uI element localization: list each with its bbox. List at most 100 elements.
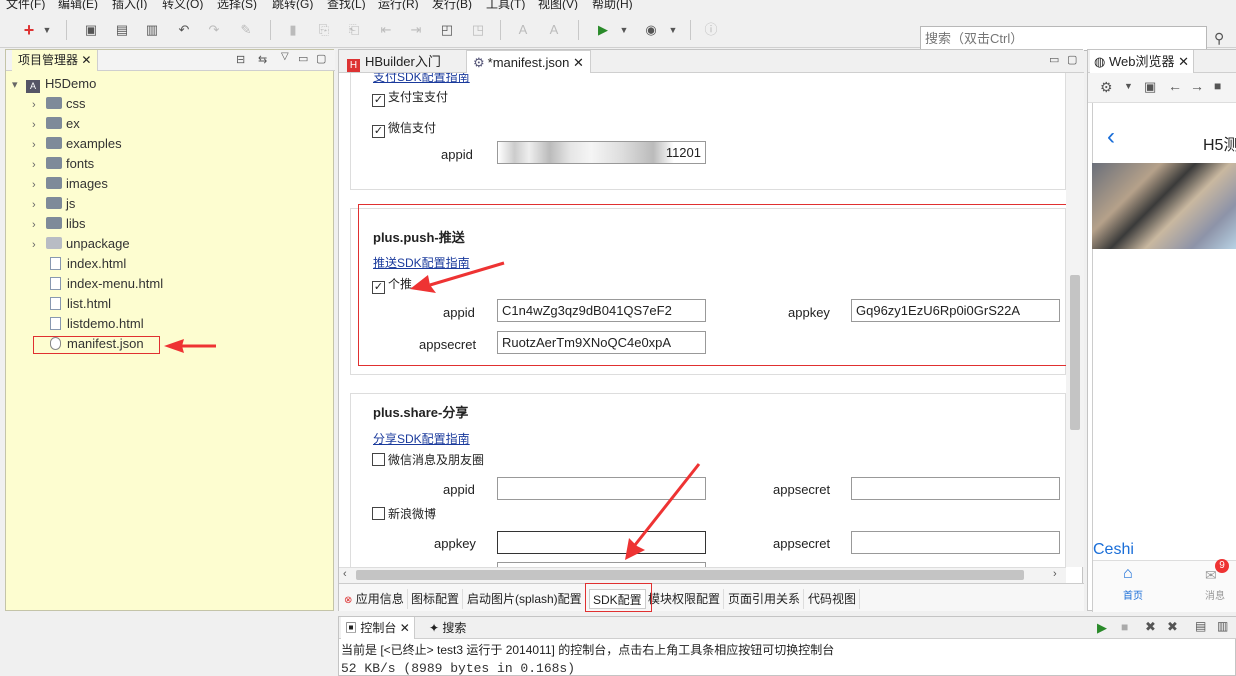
chevron-right-icon[interactable]: › xyxy=(32,216,46,234)
home-icon[interactable]: ⌂ xyxy=(1123,565,1133,583)
tab-hbuilder-intro[interactable]: H HBuilder入门 xyxy=(341,50,447,73)
scroll-right-icon[interactable]: › xyxy=(1053,568,1057,580)
save-icon[interactable]: ▣ xyxy=(82,21,100,39)
save-all-icon[interactable]: ▤ xyxy=(113,21,131,39)
back-chevron-icon[interactable]: ‹ xyxy=(1107,123,1115,151)
tab-splash-config[interactable]: 启动图片(splash)配置 xyxy=(464,589,586,609)
move-right-icon[interactable]: ⇥ xyxy=(407,21,425,39)
tree-folder[interactable]: › libs xyxy=(32,215,86,233)
menu-goto[interactable]: 跳转(G) xyxy=(272,0,313,10)
minimize-icon[interactable]: ▭ xyxy=(298,52,308,65)
tab-search[interactable]: ✦ 搜索 xyxy=(425,617,470,639)
vertical-scroll-thumb[interactable] xyxy=(1070,275,1080,430)
stop-icon[interactable]: ■ xyxy=(1121,620,1128,634)
nav-message-label[interactable]: 消息 xyxy=(1205,587,1225,602)
minimize-icon[interactable]: ▭ xyxy=(1049,53,1059,66)
tree-folder[interactable]: › images xyxy=(32,175,108,193)
tree-folder[interactable]: › js xyxy=(32,195,75,213)
tree-folder[interactable]: › unpackage xyxy=(32,235,130,253)
tab-module-permissions[interactable]: 模块权限配置 xyxy=(645,589,725,609)
tab-app-info[interactable]: ⊗ 应用信息 xyxy=(341,589,408,609)
horizontal-scroll-thumb[interactable] xyxy=(356,570,1024,580)
wechat-share-checkbox[interactable]: 微信消息及朋友圈 xyxy=(372,453,484,467)
chevron-right-icon[interactable]: › xyxy=(32,96,46,114)
browser-icon[interactable]: ◳ xyxy=(469,21,487,39)
close-icon[interactable]: ✕ xyxy=(400,621,410,635)
chevron-right-icon[interactable]: › xyxy=(32,196,46,214)
remove-all-icon[interactable]: ✖ xyxy=(1167,619,1178,635)
tree-file[interactable]: listdemo.html xyxy=(50,315,144,333)
tree-file[interactable]: list.html xyxy=(50,295,111,313)
chevron-right-icon[interactable]: › xyxy=(32,156,46,174)
collapse-icon[interactable]: ⊟ xyxy=(236,53,245,66)
bookmark-icon[interactable]: ▮ xyxy=(284,21,302,39)
tree-folder[interactable]: › ex xyxy=(32,115,80,133)
chevron-right-icon[interactable]: › xyxy=(32,136,46,154)
run-icon[interactable]: ▶ xyxy=(1097,620,1107,636)
menu-select[interactable]: 选择(S) xyxy=(217,0,257,10)
search-icon[interactable]: ⚲ xyxy=(1214,30,1224,47)
weibo-checkbox[interactable]: 新浪微博 xyxy=(372,507,436,521)
move-left-icon[interactable]: ⇤ xyxy=(377,21,395,39)
tree-file[interactable]: index-menu.html xyxy=(50,275,163,293)
tab-page-references[interactable]: 页面引用关系 xyxy=(725,589,805,609)
view-menu-icon[interactable]: ▽ xyxy=(281,51,289,62)
weibo-appsecret-input[interactable] xyxy=(851,531,1060,554)
payment-guide-link[interactable]: 支付SDK配置指南 xyxy=(373,73,470,85)
tab-web-browser[interactable]: ◍ Web浏览器 ✕ xyxy=(1090,50,1194,73)
chevron-down-icon[interactable]: ▾ xyxy=(12,76,26,94)
menu-tools[interactable]: 工具(T) xyxy=(486,0,525,10)
wechat-pay-checkbox[interactable]: ✓ 微信支付 xyxy=(372,121,436,138)
close-icon[interactable]: ✕ xyxy=(81,53,91,67)
nav-home-label[interactable]: 首页 xyxy=(1123,587,1143,602)
console-icon[interactable]: ▣ xyxy=(1144,79,1156,95)
run-icon[interactable]: ▶ xyxy=(594,21,612,39)
menu-find[interactable]: 查找(L) xyxy=(327,0,366,10)
tree-folder[interactable]: › css xyxy=(32,95,86,113)
pin-icon[interactable]: ▥ xyxy=(1217,619,1228,633)
menu-run[interactable]: 运行(R) xyxy=(378,0,419,10)
menu-file[interactable]: 文件(F) xyxy=(6,0,45,10)
tab-icon-config[interactable]: 图标配置 xyxy=(408,589,464,609)
alipay-checkbox[interactable]: ✓ 支付宝支付 xyxy=(372,90,448,107)
chevron-right-icon[interactable]: › xyxy=(32,176,46,194)
search-input[interactable] xyxy=(920,26,1207,51)
stop-icon[interactable]: ■ xyxy=(1214,79,1221,93)
menu-insert[interactable]: 插入(I) xyxy=(112,0,147,10)
format-icon[interactable]: ✎ xyxy=(237,21,255,39)
ceshi-link[interactable]: Ceshi xyxy=(1093,541,1134,559)
tree-folder[interactable]: › examples xyxy=(32,135,122,153)
copy-line-icon[interactable]: ⎘ xyxy=(315,21,333,39)
paste-icon[interactable]: ⎗ xyxy=(345,21,363,39)
close-icon[interactable]: ✕ xyxy=(1178,54,1189,69)
scroll-left-icon[interactable]: ‹ xyxy=(343,568,347,580)
tree-root[interactable]: ▾ A H5Demo xyxy=(12,75,96,93)
menu-help[interactable]: 帮助(H) xyxy=(592,0,633,10)
undo-icon[interactable]: ↶ xyxy=(175,21,193,39)
tab-code-view[interactable]: 代码视图 xyxy=(805,589,861,609)
close-file-icon[interactable]: ▥ xyxy=(143,21,161,39)
tab-console[interactable]: ▣ 控制台 ✕ xyxy=(341,617,415,639)
gear-icon[interactable]: ⚙ xyxy=(1100,79,1113,96)
project-panel-tab[interactable]: 项目管理器 ✕ xyxy=(12,50,99,71)
close-icon[interactable]: ✕ xyxy=(573,55,584,70)
menu-escape[interactable]: 转义(O) xyxy=(162,0,203,10)
menu-view[interactable]: 视图(V) xyxy=(538,0,578,10)
font-smaller-icon[interactable]: A xyxy=(545,21,563,39)
chevron-down-icon[interactable]: ▼ xyxy=(1124,81,1133,91)
share-appsecret-input[interactable] xyxy=(851,477,1060,500)
menu-publish[interactable]: 发行(B) xyxy=(432,0,472,10)
maximize-icon[interactable]: ▢ xyxy=(1067,53,1077,66)
share-guide-link[interactable]: 分享SDK配置指南 xyxy=(373,430,470,447)
new-icon[interactable]: + xyxy=(20,21,38,39)
chevron-right-icon[interactable]: › xyxy=(32,116,46,134)
remove-icon[interactable]: ✖ xyxy=(1145,619,1156,635)
forward-icon[interactable]: → xyxy=(1190,78,1204,94)
back-icon[interactable]: ← xyxy=(1168,78,1182,94)
clear-icon[interactable]: ▤ xyxy=(1195,619,1206,633)
debug-dropdown-icon[interactable]: ▼ xyxy=(664,21,682,39)
tree-folder[interactable]: › fonts xyxy=(32,155,94,173)
maximize-icon[interactable]: ▢ xyxy=(316,52,326,65)
chevron-right-icon[interactable]: › xyxy=(32,236,46,254)
redo-icon[interactable]: ↷ xyxy=(205,21,223,39)
